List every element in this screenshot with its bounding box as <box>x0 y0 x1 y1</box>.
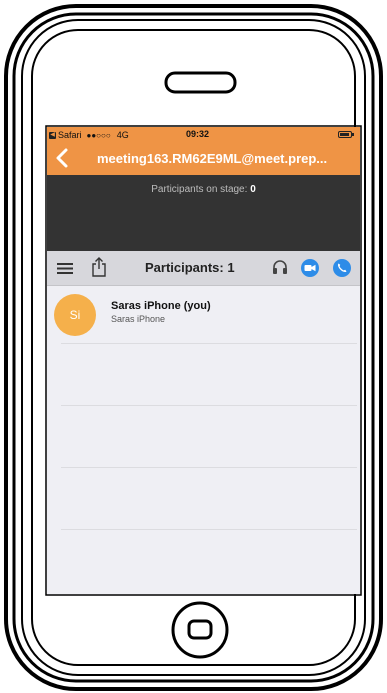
back-arrow-icon: ◀ <box>49 131 56 139</box>
participants-count-title: Participants: 1 <box>145 260 235 275</box>
headset-icon[interactable] <box>272 259 288 275</box>
stage-status: Participants on stage: 0 <box>47 184 360 195</box>
phone-icon[interactable] <box>333 259 351 277</box>
meeting-title: meeting163.RM62E9ML@meet.prep... <box>97 151 328 166</box>
participant-list: Si Saras iPhone (you) Saras iPhone <box>47 286 360 344</box>
network-type: 4G <box>116 130 129 140</box>
participant-name: Saras iPhone (you) <box>111 300 211 312</box>
phone-screen: ◀ Safari ●●○○○ 4G 09:32 meeting163.RM62E… <box>47 127 360 594</box>
back-app-label: Safari <box>58 130 82 140</box>
signal-strength: ●●○○○ <box>86 130 111 140</box>
list-divider <box>61 343 357 344</box>
hamburger-icon[interactable] <box>57 263 73 274</box>
battery-icon <box>338 131 354 138</box>
status-time: 09:32 <box>186 129 210 139</box>
share-icon[interactable] <box>90 257 108 277</box>
stage-label: Participants on stage: <box>151 184 248 195</box>
list-divider <box>61 529 357 530</box>
chevron-left-icon[interactable] <box>53 147 71 169</box>
stage-count: 0 <box>250 184 256 195</box>
navigation-bar: meeting163.RM62E9ML@meet.prep... <box>47 143 360 175</box>
list-divider <box>61 405 357 406</box>
participant-device: Saras iPhone <box>111 314 166 324</box>
participant-row[interactable]: Si Saras iPhone (you) Saras iPhone <box>47 286 360 344</box>
list-divider <box>61 467 357 468</box>
status-bar: ◀ Safari ●●○○○ 4G 09:32 <box>47 127 360 143</box>
participants-toolbar: Participants: 1 <box>47 251 360 286</box>
avatar: Si <box>54 294 96 336</box>
back-to-safari-link[interactable]: ◀ Safari <box>49 130 82 140</box>
video-icon[interactable] <box>301 259 319 277</box>
stage-area: Participants on stage: 0 <box>47 175 360 251</box>
